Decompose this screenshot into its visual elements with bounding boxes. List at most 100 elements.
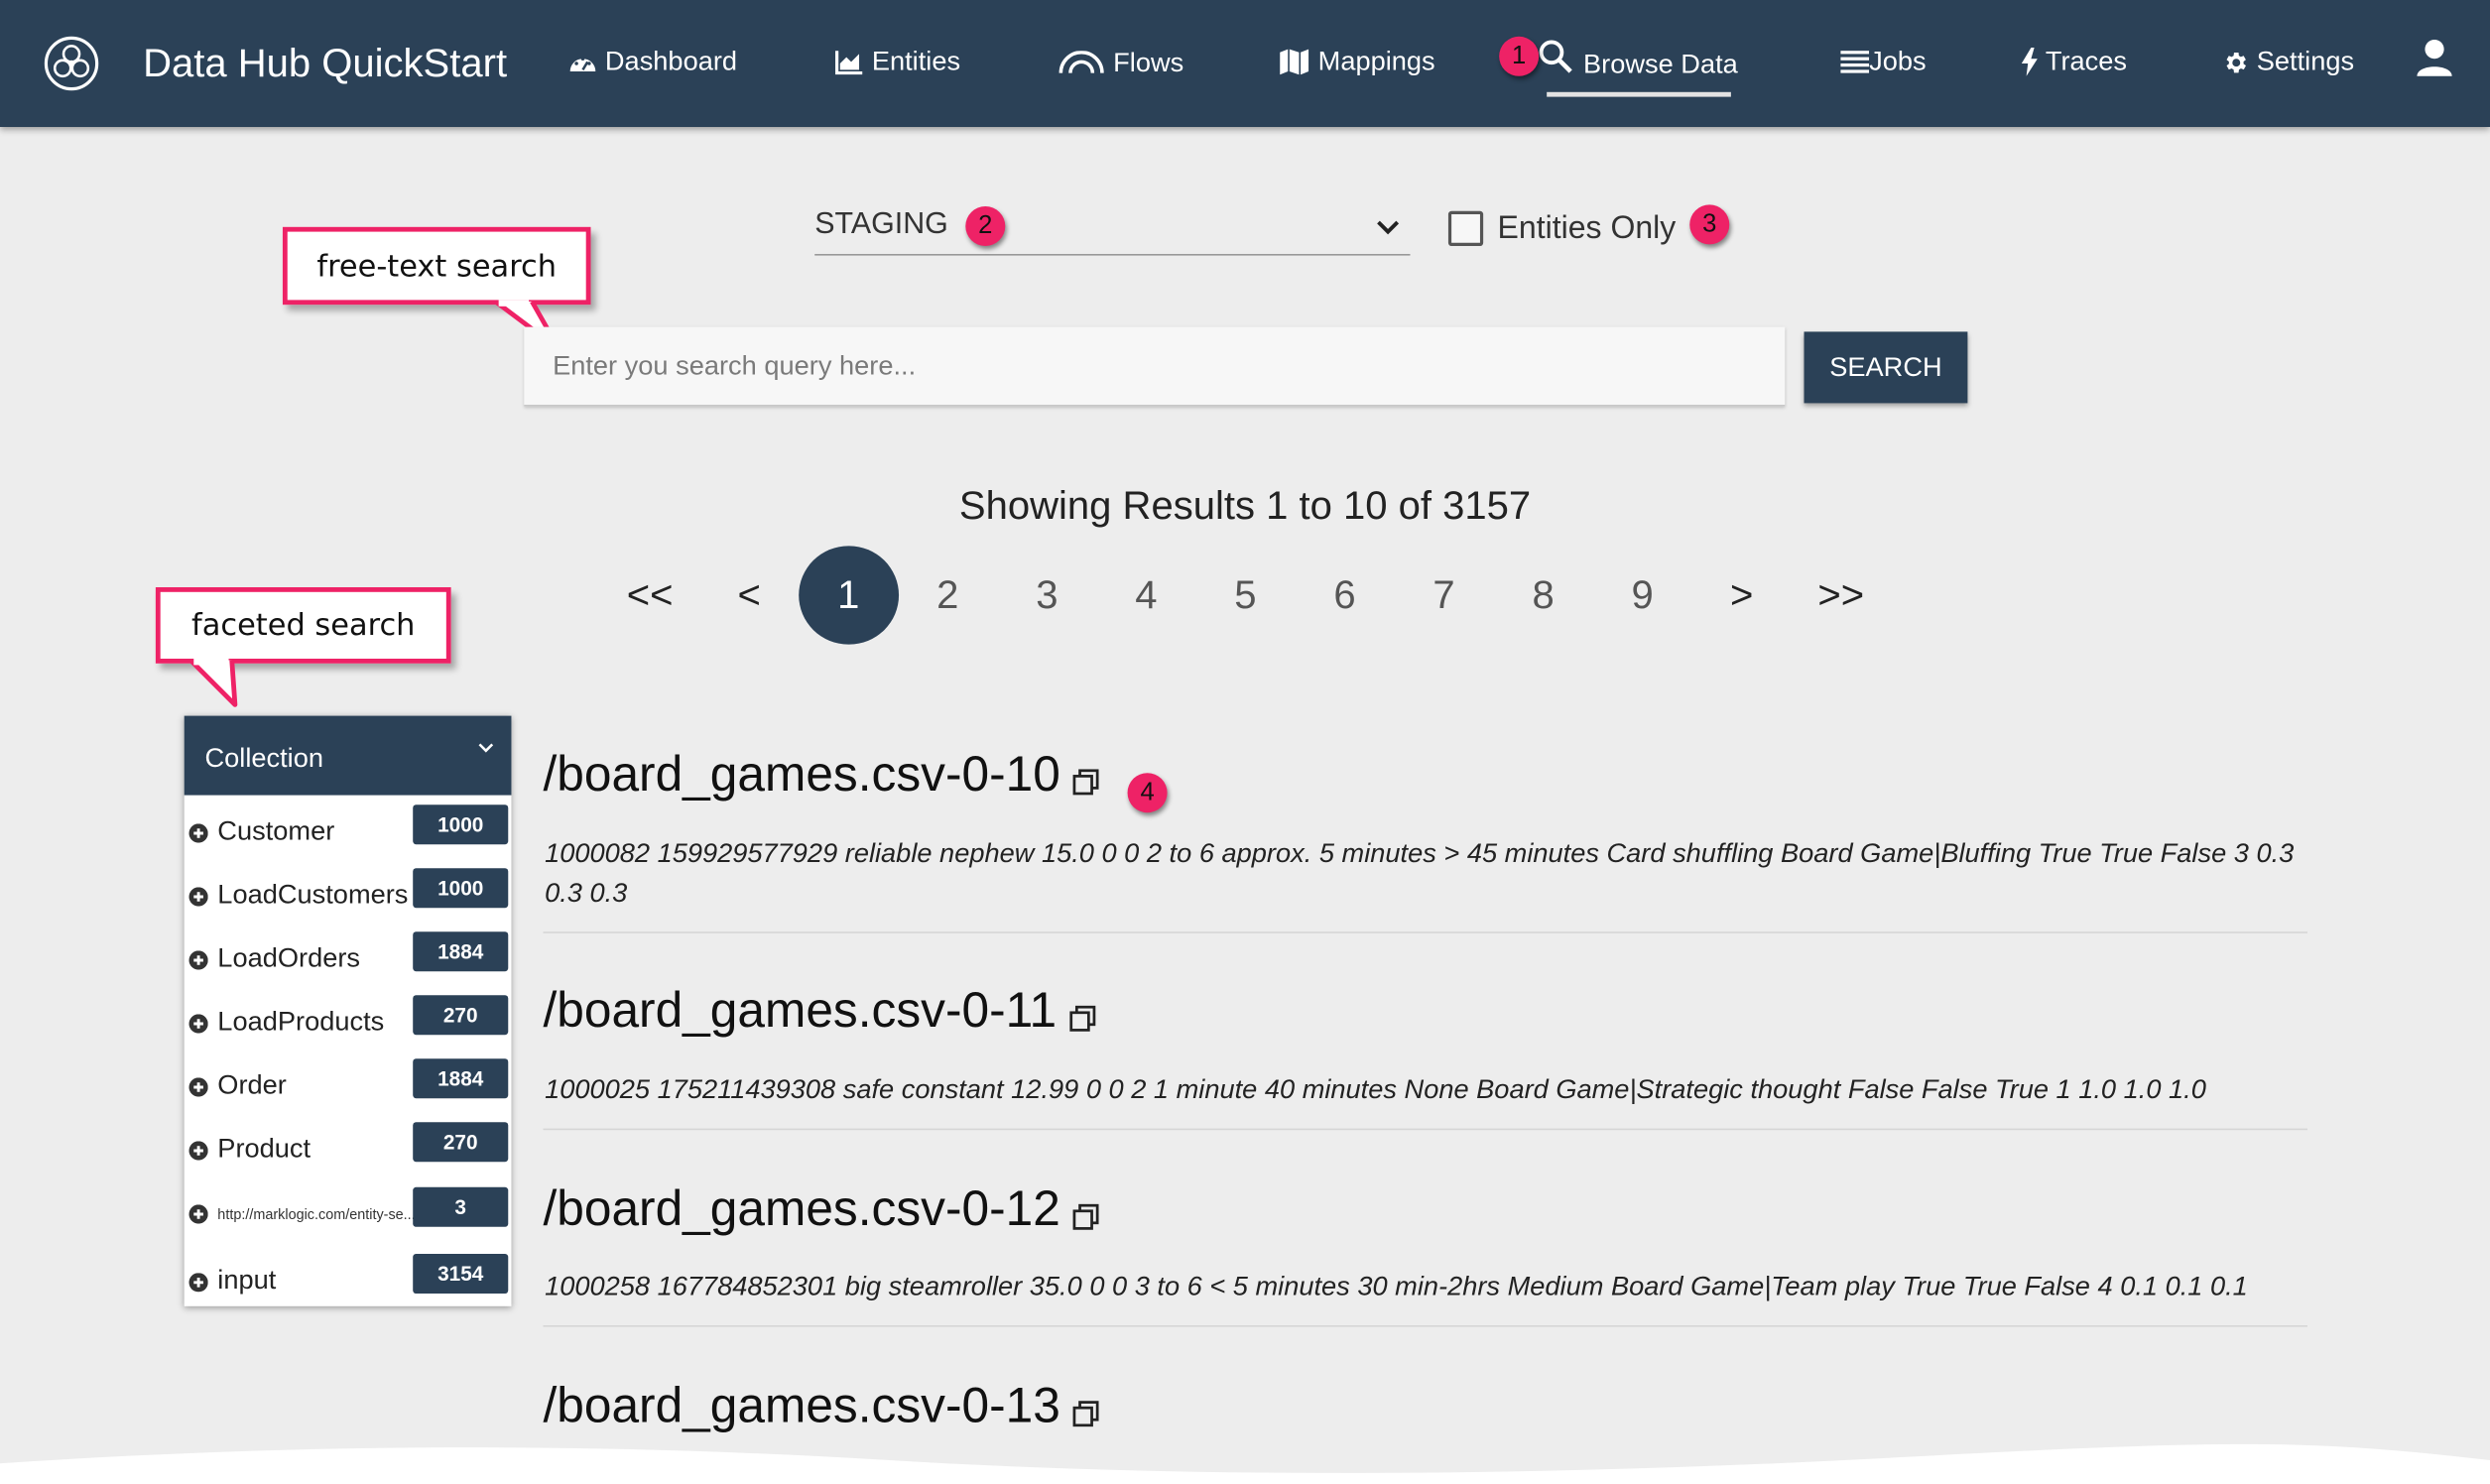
facet-item-input[interactable]: input 3154 [185, 1254, 512, 1311]
nav-dashboard[interactable]: Dashboard [568, 46, 737, 77]
result-snippet: 1000082 159929577929 reliable nephew 15.… [545, 837, 2295, 909]
facet-item-customer[interactable]: Customer 1000 [185, 804, 512, 862]
page-2-button[interactable]: 2 [898, 546, 997, 644]
plus-circle-icon [188, 1273, 208, 1293]
nav-jobs[interactable]: Jobs [1840, 46, 1927, 77]
chevron-down-icon [478, 743, 494, 753]
bolt-icon [2021, 48, 2038, 76]
result-title[interactable]: /board_games.csv-0-12 [543, 1180, 1059, 1238]
callout-pointer [188, 659, 238, 707]
facet-header[interactable]: Collection [184, 715, 512, 796]
page-8-button[interactable]: 8 [1494, 546, 1593, 644]
facet-count-badge: 270 [413, 1122, 509, 1163]
facet-item-label: Order [217, 1069, 287, 1100]
page-last-button[interactable]: >> [1792, 546, 1891, 644]
top-navbar: Data Hub QuickStart Dashboard Entities F… [0, 0, 2490, 127]
user-icon[interactable] [2414, 38, 2455, 79]
collection-facet: Collection Customer 1000 LoadCustomers 1… [184, 715, 512, 1306]
facet-count-badge: 1884 [413, 931, 509, 972]
result-snippet: 1000258 167784852301 big steamroller 35.… [545, 1271, 2248, 1301]
facet-count-badge: 1000 [413, 868, 509, 909]
plus-circle-icon [188, 1141, 208, 1161]
facet-item-loadcustomers[interactable]: LoadCustomers 1000 [185, 868, 512, 926]
copy-icon[interactable] [1068, 1005, 1097, 1034]
result-title[interactable]: /board_games.csv-0-13 [543, 1378, 1059, 1435]
page-5-button[interactable]: 5 [1195, 546, 1295, 644]
page-6-button[interactable]: 6 [1295, 546, 1394, 644]
facet-item-entity-services[interactable]: http://marklogic.com/entity-se... 3 [185, 1186, 512, 1245]
nav-traces[interactable]: Traces [2021, 46, 2127, 77]
page-3-button[interactable]: 3 [997, 546, 1096, 644]
plus-circle-icon [188, 1077, 208, 1097]
facet-count-badge: 1884 [413, 1058, 509, 1099]
facet-item-product[interactable]: Product 270 [185, 1122, 512, 1179]
page-4-button[interactable]: 4 [1096, 546, 1195, 644]
nav-jobs-label: Jobs [1869, 46, 1927, 76]
search-icon [1539, 40, 1572, 73]
facet-count-badge: 3154 [413, 1254, 509, 1294]
facet-item-label: LoadOrders [217, 942, 361, 973]
search-input[interactable] [524, 326, 1786, 407]
facet-item-loadorders[interactable]: LoadOrders 1884 [185, 931, 512, 989]
page-first-button[interactable]: << [600, 546, 699, 644]
nav-entities[interactable]: Entities [835, 46, 960, 77]
nav-settings-label: Settings [2256, 46, 2355, 76]
facet-item-label: Customer [217, 815, 335, 846]
copy-icon[interactable] [1072, 1400, 1101, 1428]
plus-circle-icon [188, 1204, 208, 1224]
annotation-badge-2: 2 [965, 206, 1006, 246]
facet-item-loadproducts[interactable]: LoadProducts 270 [185, 995, 512, 1052]
nav-flows[interactable]: Flows [1058, 48, 1183, 79]
facet-item-label: input [217, 1265, 277, 1296]
page-9-button[interactable]: 9 [1593, 546, 1692, 644]
result-title[interactable]: /board_games.csv-0-10 [543, 746, 1059, 804]
entities-only-checkbox[interactable] [1447, 210, 1484, 246]
chart-icon [835, 51, 863, 75]
gear-icon [2226, 52, 2247, 72]
annotation-badge-4: 4 [1127, 773, 1168, 813]
search-button[interactable]: SEARCH [1804, 331, 1968, 404]
app-title[interactable]: Data Hub QuickStart [143, 42, 507, 87]
page-1-button[interactable]: 1 [799, 546, 899, 645]
page-7-button[interactable]: 7 [1395, 546, 1494, 644]
result-title[interactable]: /board_games.csv-0-11 [543, 982, 1057, 1040]
facet-count-badge: 3 [413, 1186, 509, 1227]
entities-only-label[interactable]: Entities Only [1498, 211, 1677, 248]
list-icon [1840, 51, 1870, 73]
plus-circle-icon [188, 887, 208, 907]
database-select-value: STAGING [814, 207, 948, 242]
result-divider [543, 1128, 2307, 1131]
callout-faceted-search: faceted search [155, 587, 451, 664]
page-next-button[interactable]: > [1692, 546, 1792, 644]
copy-icon[interactable] [1072, 768, 1101, 797]
plus-circle-icon [188, 950, 208, 970]
marklogic-logo-icon[interactable] [43, 35, 100, 92]
map-icon [1280, 49, 1309, 75]
facet-item-label: http://marklogic.com/entity-se... [217, 1206, 416, 1222]
nav-browse-data[interactable]: Browse Data [1538, 40, 1738, 81]
nav-settings[interactable]: Settings [2222, 46, 2355, 77]
result-snippet: 1000025 175211439308 safe constant 12.99… [545, 1074, 2206, 1105]
facet-item-order[interactable]: Order 1884 [185, 1058, 512, 1116]
callout-faceted-search-label: faceted search [191, 607, 416, 643]
facet-item-label: LoadCustomers [217, 879, 409, 910]
chevron-down-icon [1377, 220, 1400, 235]
torn-edge [0, 1443, 2490, 1484]
database-select[interactable]: STAGING [814, 203, 1411, 256]
nav-browse-data-label: Browse Data [1582, 49, 1738, 79]
copy-icon[interactable] [1072, 1203, 1101, 1232]
page-prev-button[interactable]: < [699, 546, 799, 644]
nav-mappings-label: Mappings [1317, 46, 1435, 76]
facet-item-label: LoadProducts [217, 1006, 385, 1037]
annotation-badge-1: 1 [1499, 36, 1540, 76]
result-divider [543, 1325, 2307, 1327]
nav-mappings[interactable]: Mappings [1279, 46, 1435, 77]
nav-flows-label: Flows [1113, 48, 1184, 78]
callout-free-text-search: free-text search [282, 226, 591, 306]
facet-count-badge: 270 [413, 995, 509, 1036]
callout-free-text-search-label: free-text search [316, 248, 558, 284]
results-summary: Showing Results 1 to 10 of 3157 [958, 484, 1532, 529]
result-divider [543, 931, 2307, 933]
facet-item-label: Product [217, 1133, 311, 1164]
plus-circle-icon [188, 1014, 208, 1034]
